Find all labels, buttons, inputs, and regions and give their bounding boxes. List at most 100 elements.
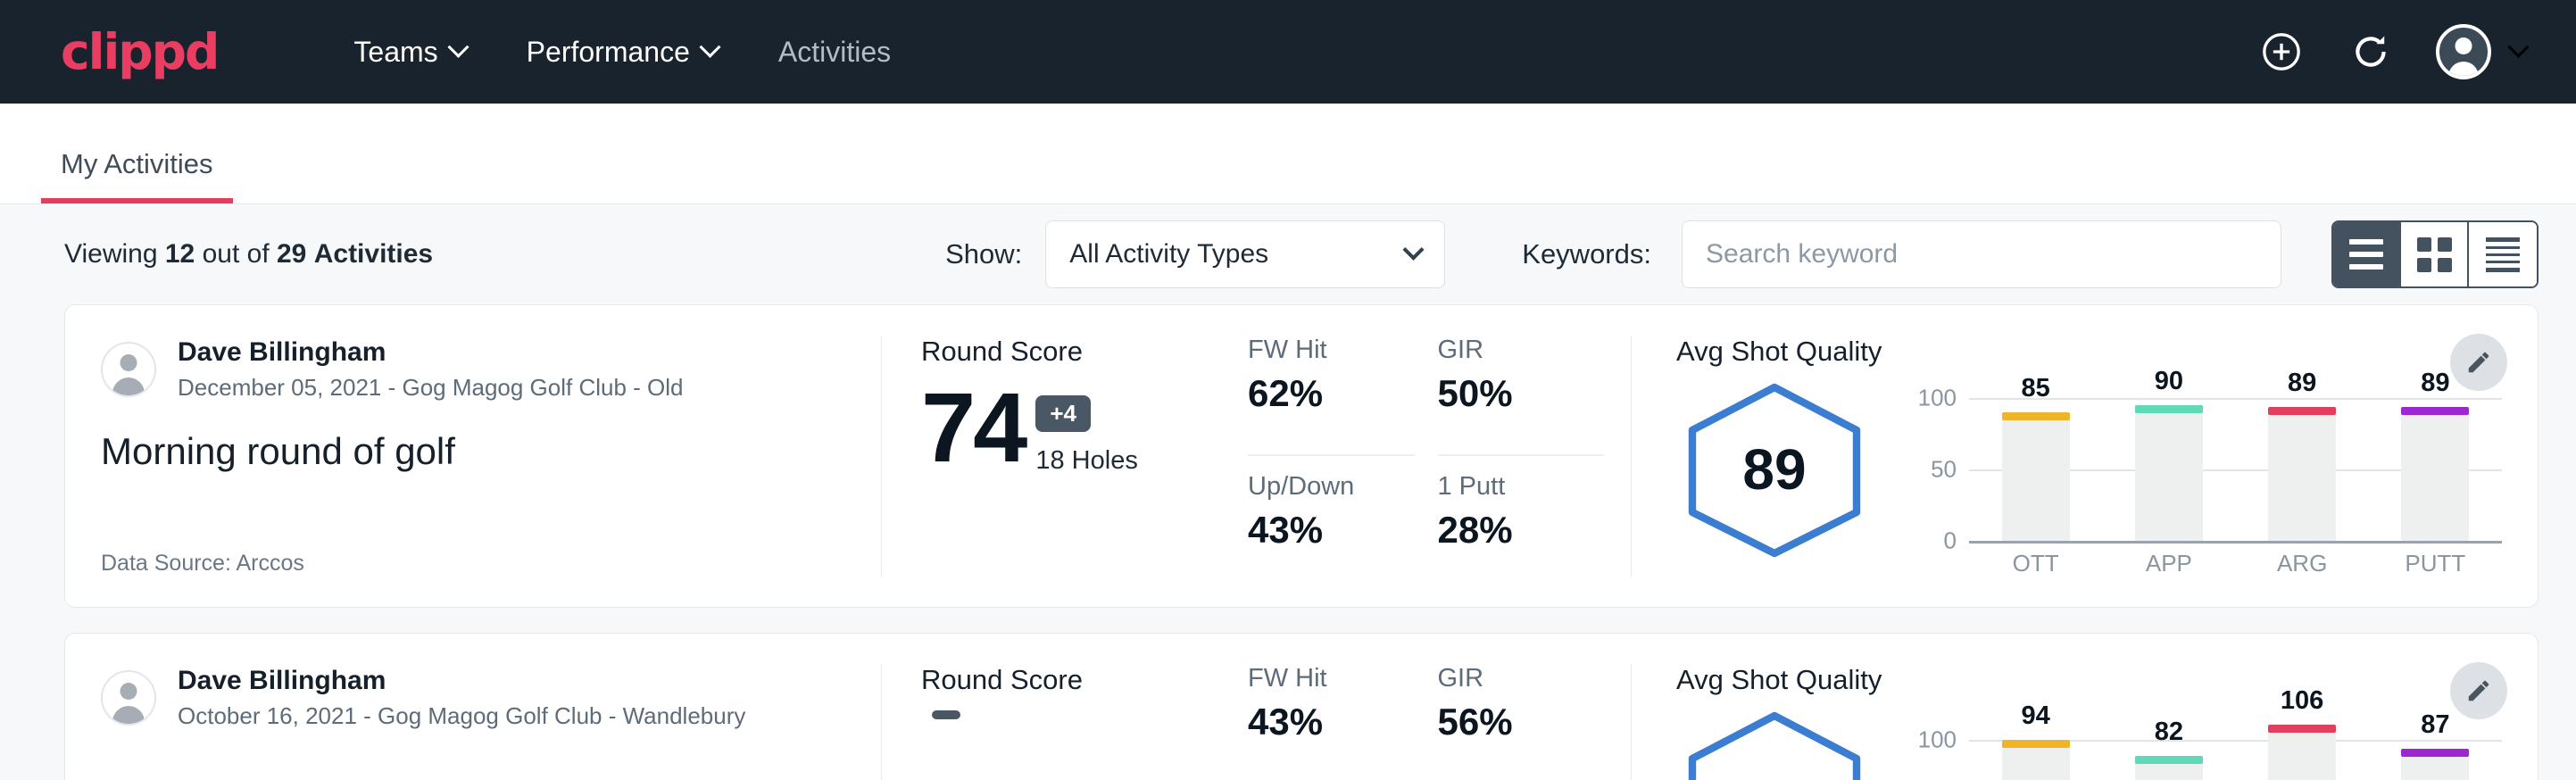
viewing-prefix: Viewing <box>64 239 158 269</box>
chart-bar-cap <box>2002 412 2070 420</box>
stat-gir-value: 50% <box>1438 372 1596 415</box>
avatar <box>101 342 156 397</box>
chart-bar <box>2401 414 2469 541</box>
stat-up-down-value: 43% <box>1248 509 1406 552</box>
activity-meta: October 16, 2021 - Gog Magog Golf Club -… <box>178 701 745 732</box>
activity-card[interactable]: Dave Billingham December 05, 2021 - Gog … <box>64 304 2539 608</box>
pencil-icon <box>2465 349 2492 376</box>
nav-item-activities-label: Activities <box>778 36 891 69</box>
pencil-icon <box>2465 677 2492 704</box>
user-menu[interactable] <box>2436 24 2526 79</box>
activity-stats: FW Hit 43% GIR 56% <box>1239 664 1632 780</box>
plus-circle-icon[interactable] <box>2257 28 2306 76</box>
search-input-wrapper[interactable] <box>1682 220 2281 288</box>
chart-bar-column[interactable]: 82 <box>2135 726 2203 780</box>
quality-hexagon <box>1676 709 1873 780</box>
chart-bar-value: 87 <box>2421 710 2449 740</box>
chart-x-tick-label: APP <box>2135 550 2203 577</box>
avg-shot-quality-label: Avg Shot Quality <box>1676 336 2502 368</box>
view-mode-compact-button[interactable] <box>2469 222 2537 286</box>
score-badge: +4 <box>1035 395 1091 432</box>
chart-bar-cap <box>2401 407 2469 415</box>
chart-bar <box>2135 763 2203 780</box>
viewing-middle: out of <box>203 239 270 269</box>
nav-item-teams[interactable]: Teams <box>323 36 495 69</box>
stat-fw-hit-value: 62% <box>1248 372 1406 415</box>
search-input[interactable] <box>1706 239 2257 270</box>
chart-bar-column[interactable]: 106 <box>2268 726 2336 780</box>
tab-my-activities-label: My Activities <box>61 148 213 179</box>
chevron-down-icon <box>2507 36 2529 57</box>
compact-view-icon <box>2486 237 2520 272</box>
chart-bar-cap <box>2268 725 2336 733</box>
activities-list: Dave Billingham December 05, 2021 - Gog … <box>0 304 2576 780</box>
chart-bar <box>2268 732 2336 780</box>
activity-card[interactable]: Dave Billingham October 16, 2021 - Gog M… <box>64 633 2539 780</box>
round-score-section: Round Score <box>882 664 1239 780</box>
top-navbar: clippd Teams Performance Activities <box>0 0 2576 104</box>
holes-label: 18 Holes <box>1035 446 1137 476</box>
chart-bar-value: 90 <box>2155 367 2183 396</box>
nav-item-teams-label: Teams <box>353 36 437 69</box>
stat-fw-hit-label: FW Hit <box>1248 664 1406 693</box>
round-score-label: Round Score <box>921 336 1209 368</box>
stat-up-down-label: Up/Down <box>1248 472 1406 502</box>
chart-bar-column[interactable]: 87 <box>2401 726 2469 780</box>
stat-gir: GIR 56% <box>1438 664 1605 780</box>
refresh-icon[interactable] <box>2347 28 2395 76</box>
grid-view-icon <box>2417 237 2452 272</box>
tab-my-activities[interactable]: My Activities <box>41 148 233 203</box>
chevron-down-icon <box>1403 238 1425 260</box>
activity-stats: FW Hit 62% GIR 50% Up/Down 43% 1 Putt 28… <box>1239 336 1632 577</box>
activity-type-select[interactable]: All Activity Types <box>1045 220 1445 288</box>
quality-score-value <box>1676 709 1873 780</box>
activity-info: Dave Billingham December 05, 2021 - Gog … <box>65 336 882 577</box>
nav-item-performance[interactable]: Performance <box>496 36 748 69</box>
avg-shot-quality-section: Avg Shot Quality 89 05010085908989OTTAPP… <box>1632 336 2538 577</box>
viewing-summary: Viewing 12 out of 29 Activities <box>64 239 433 270</box>
stat-gir: GIR 50% <box>1438 336 1605 456</box>
activity-meta: December 05, 2021 - Gog Magog Golf Club … <box>178 372 684 403</box>
chart-bar-value: 85 <box>2021 374 2049 403</box>
chart-bar-value: 82 <box>2155 718 2183 747</box>
view-mode-grid-button[interactable] <box>2401 222 2469 286</box>
nav-item-activities[interactable]: Activities <box>748 36 921 69</box>
chart-bar-value: 89 <box>2288 369 2316 398</box>
chart-bar-column[interactable]: 89 <box>2401 398 2469 541</box>
round-score-label: Round Score <box>921 664 1209 696</box>
person-row: Dave Billingham December 05, 2021 - Gog … <box>101 336 842 403</box>
chart-bar-cap <box>2135 756 2203 764</box>
filter-controls: Show: All Activity Types Keywords: <box>945 220 2539 288</box>
chart-bar-column[interactable]: 90 <box>2135 398 2203 541</box>
quality-hexagon: 89 <box>1676 380 1873 559</box>
chart-plot-area: 050100948210687 <box>1969 726 2502 780</box>
shot-quality-chart: 050100948210687OTTAPPARGPUTT <box>1912 703 2502 780</box>
keywords-label: Keywords: <box>1522 238 1651 270</box>
chart-y-tick-label: 0 <box>1944 527 1957 555</box>
chart-bar-column[interactable]: 89 <box>2268 398 2336 541</box>
round-score-value: 74 <box>921 382 1025 476</box>
user-avatar-icon <box>2436 24 2491 79</box>
chart-bar-cap <box>2002 740 2070 748</box>
view-mode-list-button[interactable] <box>2333 222 2401 286</box>
chart-bar-column[interactable]: 94 <box>2002 726 2070 780</box>
chart-bar <box>2401 756 2469 780</box>
person-name: Dave Billingham <box>178 664 745 698</box>
clippd-logo[interactable]: clippd <box>61 23 218 80</box>
activity-info: Dave Billingham October 16, 2021 - Gog M… <box>65 664 882 780</box>
view-mode-toggle <box>2331 220 2539 288</box>
list-view-icon <box>2349 239 2383 270</box>
chart-bar-cap <box>2401 749 2469 757</box>
activity-type-select-value: All Activity Types <box>1069 239 1268 270</box>
person-name: Dave Billingham <box>178 336 684 369</box>
chart-bar <box>2135 412 2203 541</box>
avg-shot-quality-label: Avg Shot Quality <box>1676 664 2502 696</box>
stat-fw-hit: FW Hit 43% <box>1248 664 1415 780</box>
chart-plot-area: 05010085908989 <box>1969 398 2502 541</box>
chart-x-tick-label: ARG <box>2268 550 2336 577</box>
stat-gir-value: 56% <box>1438 701 1596 743</box>
chart-bars: 94 82 106 87 <box>1969 726 2502 780</box>
chart-bar-column[interactable]: 85 <box>2002 398 2070 541</box>
avatar <box>101 670 156 726</box>
chart-x-tick-label: PUTT <box>2401 550 2469 577</box>
